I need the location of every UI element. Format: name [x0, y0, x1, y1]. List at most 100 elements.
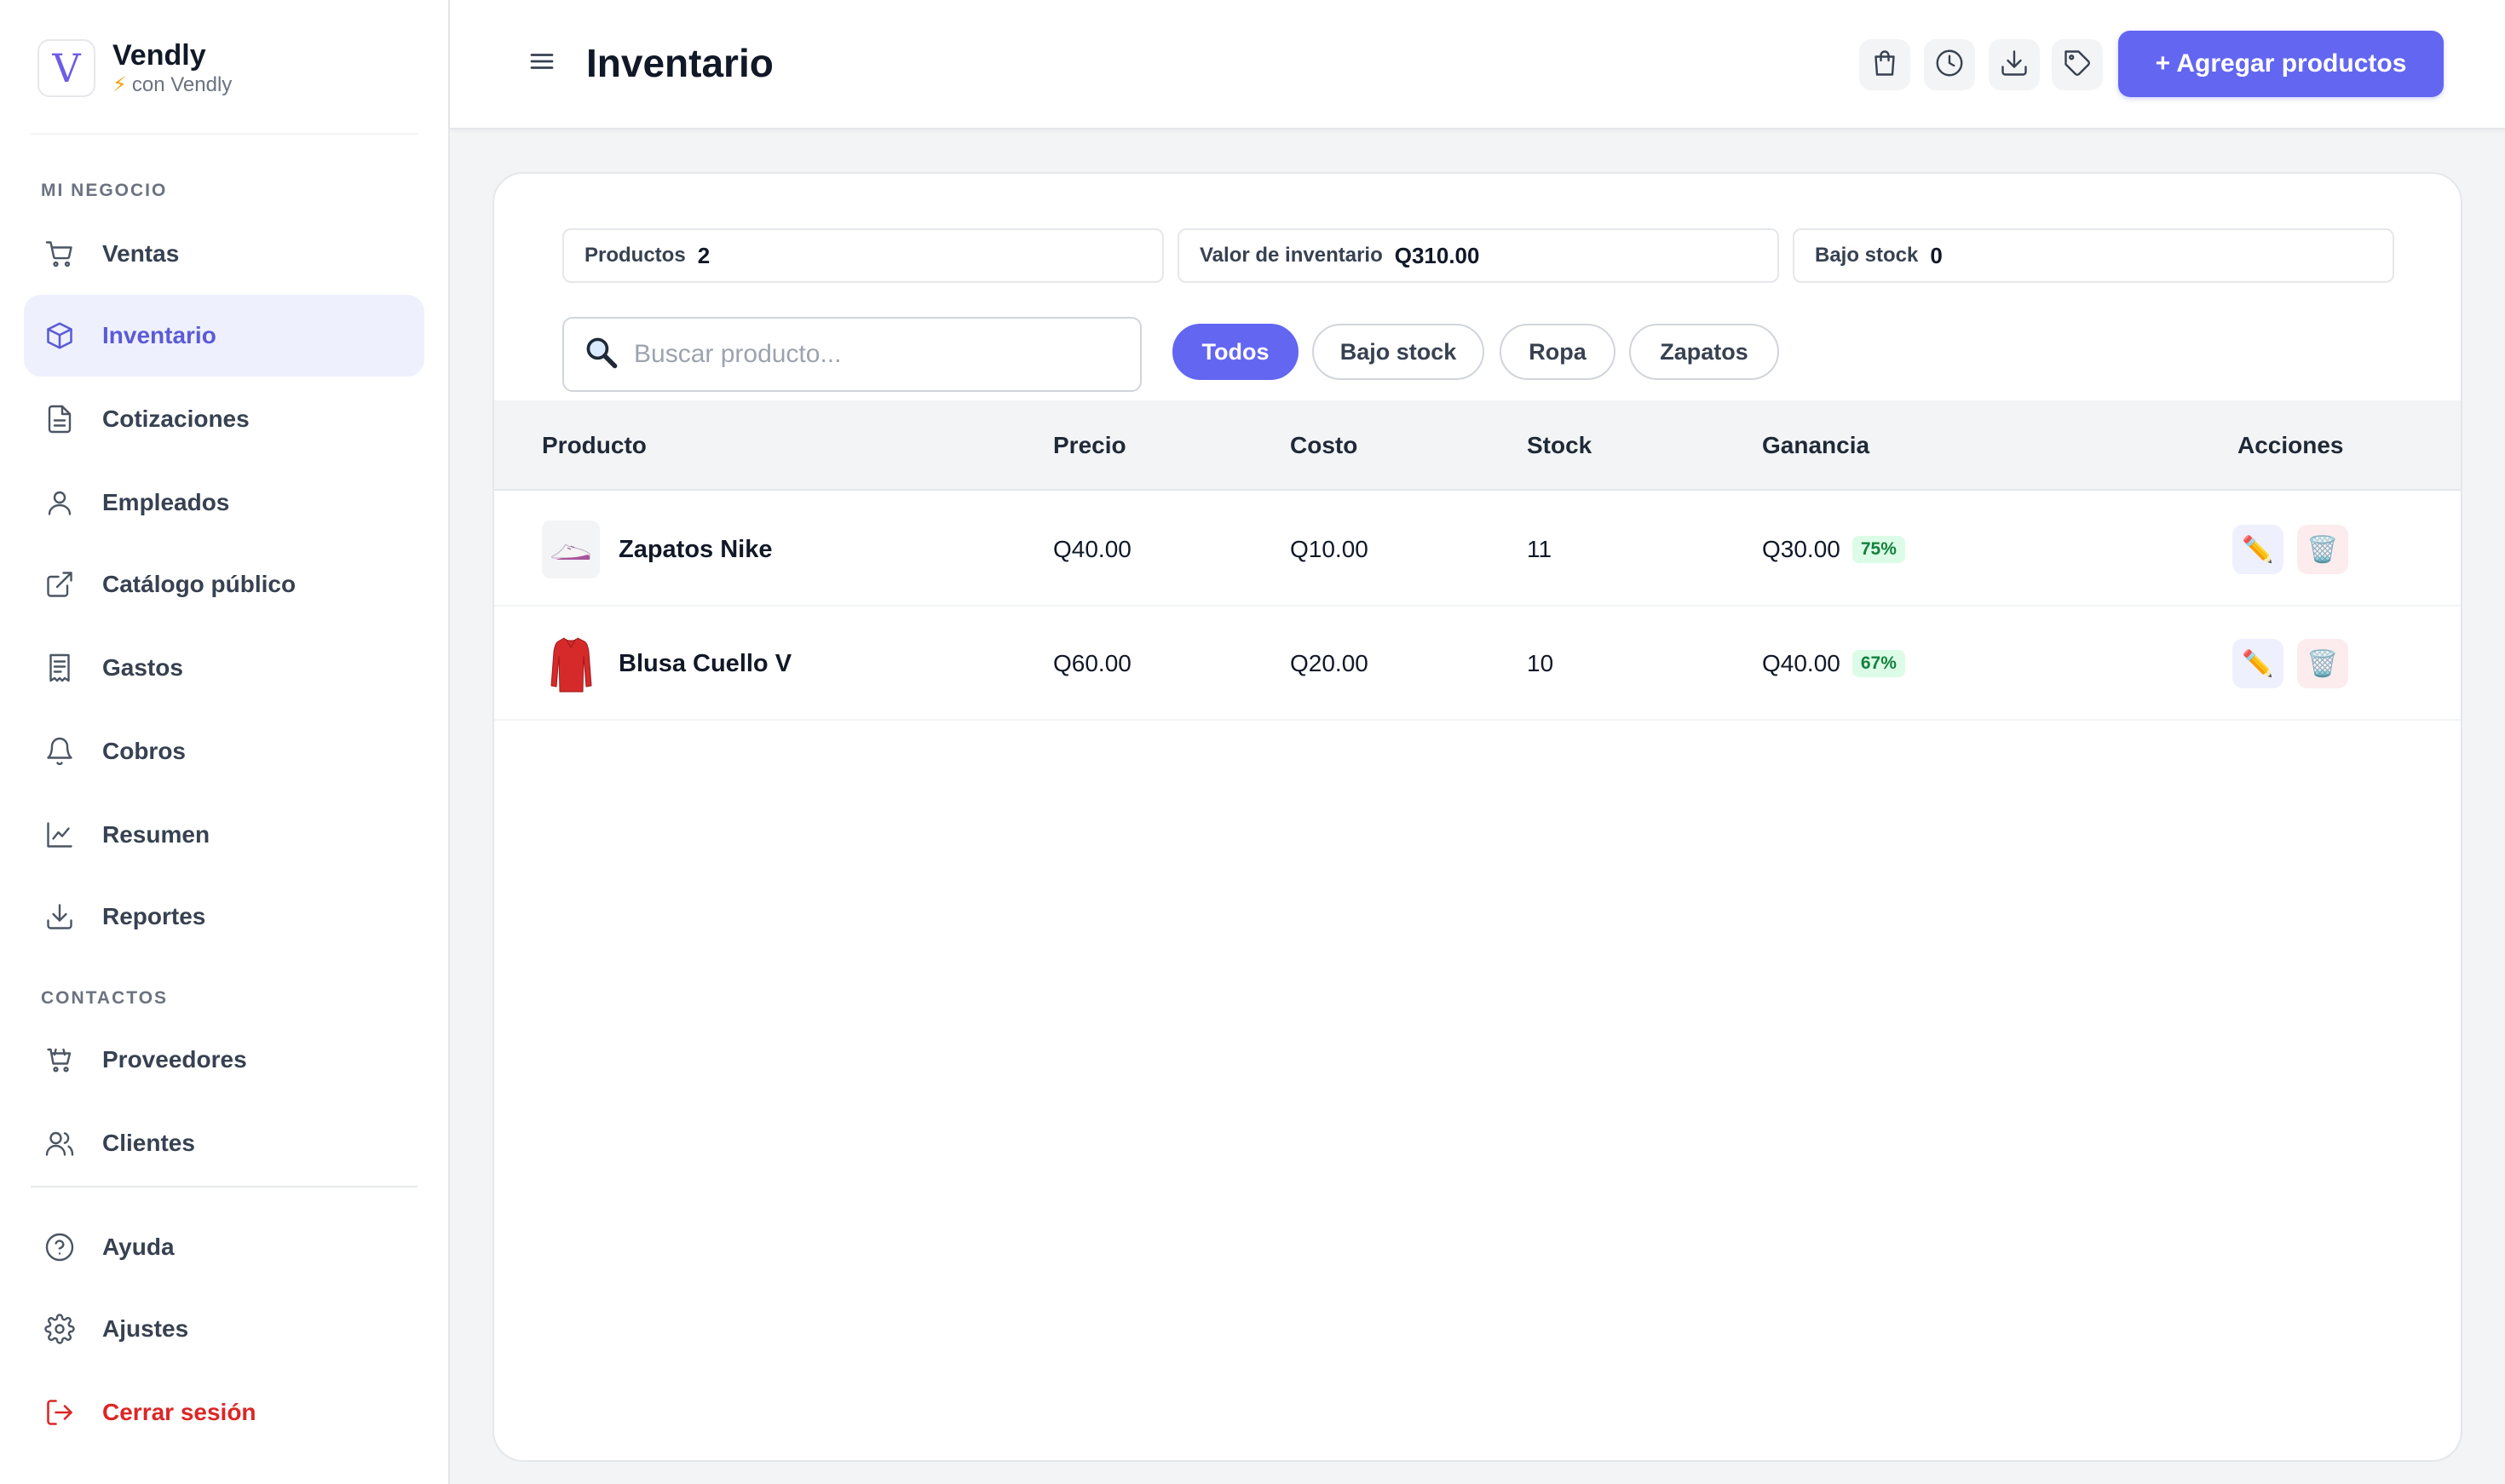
- stat-value: 2: [697, 242, 711, 268]
- sidebar-item-empleados[interactable]: Empleados: [24, 462, 424, 544]
- table-row[interactable]: Zapatos Nike Q40.00 Q10.00 11 Q30.00 75%…: [494, 492, 2461, 607]
- download-button[interactable]: [1989, 39, 2040, 90]
- page-title: Inventario: [586, 41, 774, 85]
- search-box[interactable]: [562, 317, 1142, 392]
- product-name: Zapatos Nike: [619, 535, 773, 563]
- basket-icon: [43, 1043, 77, 1077]
- table-header: Producto Precio Costo Stock Ganancia Acc…: [494, 400, 2461, 491]
- sidebar-item-label: Cerrar sesión: [102, 1399, 256, 1425]
- price-cell: Q40.00: [1053, 536, 1132, 562]
- price-cell: Q60.00: [1053, 650, 1132, 676]
- bell-icon: [43, 734, 77, 768]
- gear-icon: [43, 1312, 77, 1346]
- profit-cell: Q30.00 75%: [1762, 492, 1905, 607]
- sidebar-item-label: Inventario: [102, 322, 216, 348]
- edit-button[interactable]: ✏️: [2232, 639, 2283, 688]
- stat-label: Productos: [584, 244, 686, 267]
- filter-zapatos[interactable]: Zapatos: [1629, 324, 1779, 380]
- user-icon: [43, 486, 77, 520]
- filter-bajo-stock[interactable]: Bajo stock: [1312, 324, 1484, 380]
- product-thumbnail: [542, 635, 600, 693]
- clock-icon: [1934, 48, 1965, 83]
- sidebar-item-inventario[interactable]: Inventario: [24, 295, 424, 377]
- bolt-icon: ⚡: [112, 73, 127, 96]
- divider: [31, 1186, 418, 1188]
- sidebar-item-logout[interactable]: Cerrar sesión: [24, 1372, 424, 1453]
- users-icon: [43, 1126, 77, 1160]
- sidebar-item-catalogo[interactable]: Catálogo público: [24, 544, 424, 625]
- add-products-button[interactable]: + Agregar productos: [2118, 31, 2444, 97]
- trash-icon: 🗑️: [2306, 649, 2339, 678]
- help-icon: [43, 1230, 77, 1264]
- vendly-logo: V: [37, 39, 95, 97]
- sidebar-item-label: Empleados: [102, 489, 230, 515]
- column-header-acciones: Acciones: [2237, 432, 2344, 458]
- sidebar-item-label: Clientes: [102, 1130, 195, 1156]
- tags-button[interactable]: [2052, 39, 2103, 90]
- sidebar-item-ajustes[interactable]: Ajustes: [24, 1288, 424, 1370]
- logout-icon: [43, 1395, 77, 1429]
- margin-badge: 67%: [1851, 650, 1905, 677]
- sidebar-item-cobros[interactable]: Cobros: [24, 710, 424, 792]
- pencil-icon: ✏️: [2242, 649, 2274, 678]
- column-header-stock[interactable]: Stock: [1527, 400, 1592, 491]
- filter-todos[interactable]: Todos: [1172, 324, 1299, 380]
- sidebar-item-reportes[interactable]: Reportes: [24, 876, 424, 958]
- section-label-contacts: CONTACTOS: [41, 988, 169, 1008]
- sidebar-item-clientes[interactable]: Clientes: [24, 1102, 424, 1184]
- external-link-icon: [43, 567, 77, 601]
- stat-value: 0: [1930, 242, 1943, 268]
- product-name: Blusa Cuello V: [619, 649, 792, 677]
- sidebar-item-label: Ayuda: [102, 1234, 175, 1260]
- margin-badge: 75%: [1851, 536, 1905, 563]
- document-icon: [43, 402, 77, 436]
- delete-button[interactable]: 🗑️: [2297, 525, 2348, 574]
- sidebar-item-proveedores[interactable]: Proveedores: [24, 1019, 424, 1101]
- column-header-precio[interactable]: Precio: [1053, 400, 1126, 491]
- sidebar-item-label: Ajustes: [102, 1315, 189, 1342]
- table-row[interactable]: Blusa Cuello V Q60.00 Q20.00 10 Q40.00 6…: [494, 607, 2461, 721]
- column-header-producto[interactable]: Producto: [542, 400, 647, 491]
- inventory-card: Productos 2 Valor de inventario Q310.00 …: [492, 172, 2462, 1462]
- edit-button[interactable]: ✏️: [2232, 525, 2283, 574]
- chart-line-icon: [43, 818, 77, 852]
- delete-button[interactable]: 🗑️: [2297, 639, 2348, 688]
- column-header-costo[interactable]: Costo: [1290, 400, 1357, 491]
- sidebar-item-label: Resumen: [102, 821, 210, 848]
- sidebar-item-ventas[interactable]: Ventas: [24, 213, 424, 295]
- tag-icon: [2062, 48, 2093, 83]
- cost-cell: Q10.00: [1290, 536, 1368, 562]
- column-header-ganancia[interactable]: Ganancia: [1762, 400, 1869, 491]
- brand-name: Vendly: [112, 39, 206, 72]
- section-label-business: MI NEGOCIO: [41, 181, 168, 200]
- sidebar-item-ayuda[interactable]: Ayuda: [24, 1206, 424, 1288]
- top-header: Inventario + Agregar productos: [450, 0, 2505, 129]
- stat-low-stock: Bajo stock 0: [1793, 228, 2394, 283]
- sidebar-item-gastos[interactable]: Gastos: [24, 627, 424, 709]
- trash-icon: 🗑️: [2306, 535, 2339, 564]
- box-icon: [43, 319, 77, 353]
- stock-cell: 11: [1527, 536, 1552, 562]
- sidebar-item-cotizaciones[interactable]: Cotizaciones: [24, 378, 424, 460]
- history-button[interactable]: [1924, 39, 1975, 90]
- filter-ropa[interactable]: Ropa: [1500, 324, 1615, 380]
- actions-cell: ✏️ 🗑️: [2232, 607, 2348, 721]
- product-cell: Blusa Cuello V: [542, 607, 792, 721]
- stat-products: Productos 2: [562, 228, 1164, 283]
- brand[interactable]: V Vendly ⚡ con Vendly: [37, 37, 232, 99]
- receipt-icon: [43, 651, 77, 685]
- sidebar-item-label: Ventas: [102, 240, 180, 267]
- sidebar-item-resumen[interactable]: Resumen: [24, 794, 424, 876]
- profit-value: Q40.00: [1762, 650, 1840, 676]
- stock-cell: 10: [1527, 650, 1554, 676]
- sidebar: V Vendly ⚡ con Vendly MI NEGOCIO Ventas I…: [0, 0, 450, 1484]
- search-input[interactable]: [634, 340, 1111, 369]
- menu-button[interactable]: [525, 46, 559, 80]
- stat-label: Valor de inventario: [1200, 244, 1383, 267]
- divider: [31, 133, 418, 135]
- shopping-bag-button[interactable]: [1859, 39, 1910, 90]
- shopping-bag-icon: [1869, 48, 1900, 83]
- sidebar-item-label: Proveedores: [102, 1046, 247, 1073]
- stat-label: Bajo stock: [1815, 244, 1919, 267]
- sidebar-item-label: Cobros: [102, 738, 186, 764]
